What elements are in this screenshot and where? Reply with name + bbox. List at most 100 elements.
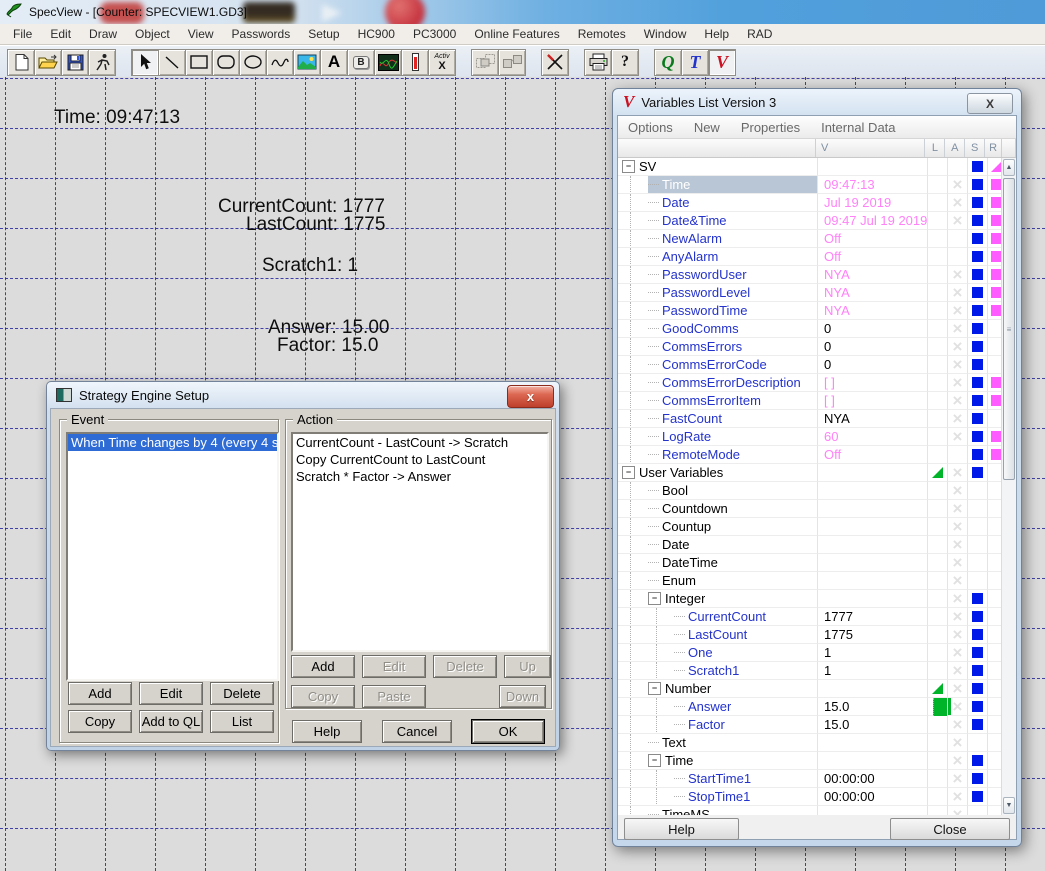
l-cell[interactable] — [927, 716, 947, 734]
a-cell[interactable]: × — [947, 464, 967, 482]
a-cell[interactable]: × — [947, 608, 967, 626]
a-cell[interactable]: × — [947, 644, 967, 662]
menu-pc3000[interactable]: PC3000 — [404, 25, 465, 43]
value-cell[interactable]: 15.0 — [817, 698, 927, 716]
var-row-currentcount[interactable]: CurrentCount1777× — [618, 608, 1016, 626]
collapse-icon[interactable]: − — [648, 592, 661, 605]
l-cell[interactable] — [927, 788, 947, 806]
tree-scrollbar[interactable]: ▲ ≡ ▼ — [1001, 158, 1016, 815]
var-row-text[interactable]: Text× — [618, 734, 1016, 752]
value-cell[interactable]: Jul 19 2019 — [817, 194, 927, 212]
trend-button[interactable]: T — [681, 49, 709, 76]
var-row-commserrordescription[interactable]: CommsErrorDescription[ ]× — [618, 374, 1016, 392]
l-cell[interactable] — [927, 194, 947, 212]
l-cell[interactable] — [927, 338, 947, 356]
s-cell[interactable] — [967, 734, 987, 752]
add-button[interactable]: Add — [68, 682, 132, 705]
pointer-button[interactable] — [131, 49, 159, 76]
column-header-l[interactable]: L — [925, 139, 945, 157]
s-cell[interactable] — [967, 716, 987, 734]
name-cell[interactable]: −User Variables — [618, 464, 817, 482]
var-row-passwordlevel[interactable]: PasswordLevelNYA× — [618, 284, 1016, 302]
s-cell[interactable] — [967, 518, 987, 536]
value-cell[interactable] — [817, 590, 927, 608]
variables-menu-new[interactable]: New — [694, 120, 720, 135]
s-cell[interactable] — [967, 662, 987, 680]
action-list[interactable]: CurrentCount - LastCount -> ScratchCopy … — [291, 432, 549, 652]
variables-button[interactable]: V — [708, 49, 736, 76]
new-document-button[interactable] — [7, 49, 35, 76]
a-cell[interactable]: × — [947, 626, 967, 644]
cancel-button[interactable]: Cancel — [382, 720, 452, 743]
var-row-one[interactable]: One1× — [618, 644, 1016, 662]
var-row-datetime[interactable]: DateTime× — [618, 554, 1016, 572]
value-cell[interactable]: 09:47:13 — [817, 176, 927, 194]
value-cell[interactable] — [817, 500, 927, 518]
var-row-sv[interactable]: −SV — [618, 158, 1016, 176]
a-cell[interactable]: × — [947, 320, 967, 338]
l-cell[interactable] — [927, 392, 947, 410]
menu-help[interactable]: Help — [695, 25, 738, 43]
l-cell[interactable] — [927, 770, 947, 788]
l-cell[interactable] — [927, 320, 947, 338]
s-cell[interactable] — [967, 536, 987, 554]
a-cell[interactable]: × — [947, 266, 967, 284]
var-row-passworduser[interactable]: PasswordUserNYA× — [618, 266, 1016, 284]
value-cell[interactable] — [817, 536, 927, 554]
a-cell[interactable] — [947, 230, 967, 248]
l-cell[interactable] — [927, 518, 947, 536]
l-cell[interactable] — [927, 608, 947, 626]
value-cell[interactable]: Off — [817, 446, 927, 464]
value-cell[interactable] — [817, 680, 927, 698]
name-cell[interactable]: LogRate — [618, 428, 817, 446]
name-cell[interactable]: CommsErrors — [618, 338, 817, 356]
var-row-answer[interactable]: Answer15.0× — [618, 698, 1016, 716]
value-cell[interactable]: 1775 — [817, 626, 927, 644]
name-cell[interactable]: CommsErrorItem — [618, 392, 817, 410]
variables-window-titlebar[interactable]: V Variables List Version 3 — [613, 89, 1021, 115]
s-cell[interactable] — [967, 698, 987, 716]
a-cell[interactable]: × — [947, 770, 967, 788]
name-cell[interactable]: DateTime — [618, 554, 817, 572]
event-list[interactable]: When Time changes by 4 (every 4 seconds) — [66, 432, 279, 681]
l-cell[interactable] — [927, 734, 947, 752]
value-cell[interactable]: 15.0 — [817, 716, 927, 734]
value-cell[interactable] — [817, 572, 927, 590]
var-row-starttime1[interactable]: StartTime100:00:00× — [618, 770, 1016, 788]
name-cell[interactable]: −SV — [618, 158, 817, 176]
graph-button[interactable] — [374, 49, 402, 76]
menu-draw[interactable]: Draw — [80, 25, 126, 43]
strategy-dialog-titlebar[interactable]: Strategy Engine Setup — [47, 382, 559, 408]
var-row-goodcomms[interactable]: GoodComms0× — [618, 320, 1016, 338]
value-cell[interactable] — [817, 518, 927, 536]
add-button[interactable]: Add — [291, 655, 355, 678]
var-row-remotemode[interactable]: RemoteModeOff — [618, 446, 1016, 464]
name-cell[interactable]: Text — [618, 734, 817, 752]
help-button[interactable]: Help — [624, 818, 739, 840]
name-cell[interactable]: Answer — [618, 698, 817, 716]
save-button[interactable] — [61, 49, 89, 76]
image-button[interactable] — [293, 49, 321, 76]
a-cell[interactable]: × — [947, 752, 967, 770]
s-cell[interactable] — [967, 590, 987, 608]
var-row-commserroritem[interactable]: CommsErrorItem[ ]× — [618, 392, 1016, 410]
name-cell[interactable]: Time — [618, 176, 817, 194]
edit-button[interactable]: Edit — [139, 682, 203, 705]
name-cell[interactable]: Countup — [618, 518, 817, 536]
down-button[interactable]: Down — [499, 685, 546, 708]
value-cell[interactable] — [817, 806, 927, 815]
action-list-item[interactable]: Copy CurrentCount to LastCount — [293, 451, 547, 468]
scroll-up-icon[interactable]: ▲ — [1003, 159, 1015, 176]
var-row-integer[interactable]: −Integer× — [618, 590, 1016, 608]
s-cell[interactable] — [967, 356, 987, 374]
l-cell[interactable] — [927, 212, 947, 230]
l-cell[interactable] — [927, 572, 947, 590]
close-icon[interactable]: x — [507, 385, 554, 408]
value-cell[interactable] — [817, 554, 927, 572]
s-cell[interactable] — [967, 626, 987, 644]
name-cell[interactable]: CommsErrorDescription — [618, 374, 817, 392]
l-cell[interactable] — [927, 626, 947, 644]
a-cell[interactable]: × — [947, 680, 967, 698]
a-cell[interactable]: × — [947, 662, 967, 680]
value-cell[interactable]: 0 — [817, 356, 927, 374]
